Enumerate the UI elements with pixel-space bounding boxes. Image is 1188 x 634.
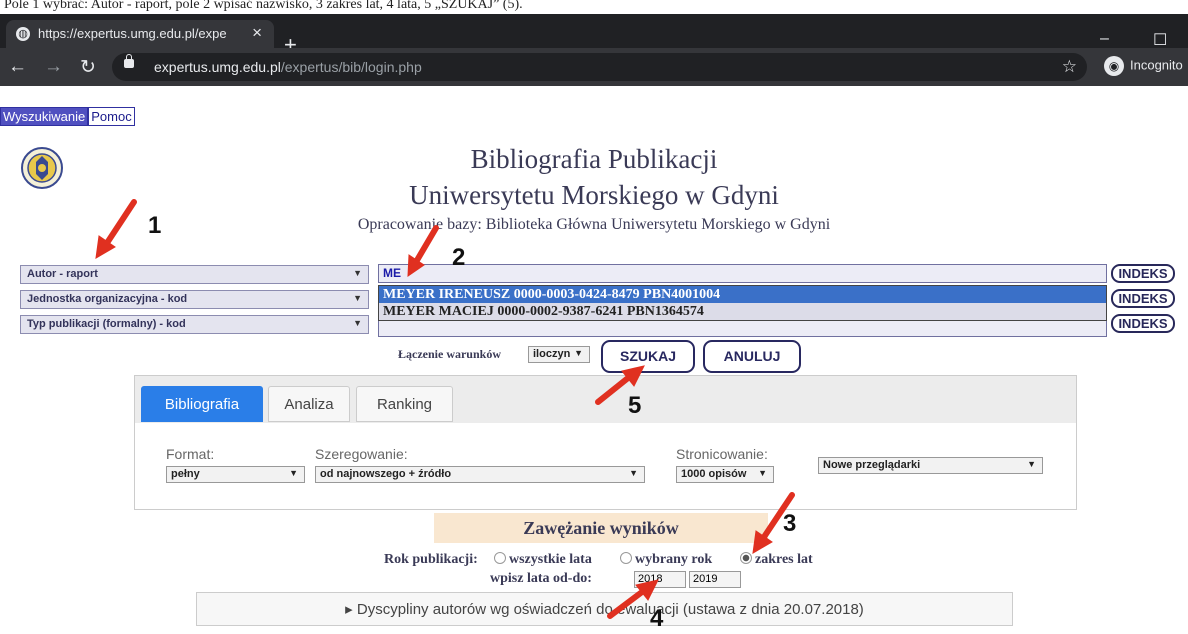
- annotation-number-5: 5: [628, 392, 642, 419]
- annotation-arrow-4: [607, 589, 645, 619]
- annotation-number-4: 4: [650, 605, 664, 632]
- annotation-arrow-5: [595, 375, 631, 405]
- annotation-arrows: [95, 199, 795, 619]
- annotation-number-1: 1: [148, 212, 162, 239]
- annotation-arrow-1: [104, 199, 137, 246]
- annotation-arrow-2: [413, 225, 439, 265]
- annotation-number-2: 2: [452, 244, 466, 271]
- annotation-number-3: 3: [783, 510, 797, 537]
